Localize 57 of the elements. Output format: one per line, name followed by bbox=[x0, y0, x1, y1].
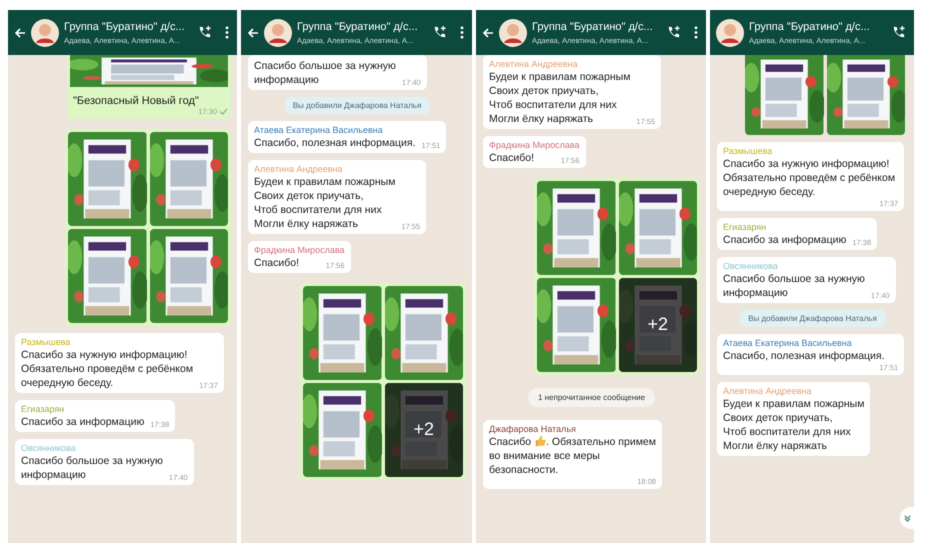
message-text: Спасибо! bbox=[489, 151, 534, 165]
message-text: Будеи к правилам пожарным Своих деток приучать, Чтоб воспитатели для них Могли ёлку наряжать bbox=[723, 397, 864, 453]
message-text: Будеи к правилам пожарным Своих деток приучать, Чтоб воспитатели для них Могли ёлку наряжать bbox=[489, 70, 630, 126]
sender-name: Егиазарян bbox=[21, 404, 66, 414]
more-photos-count: +2 bbox=[412, 419, 436, 440]
message-text: Спасибо за информацию bbox=[723, 233, 846, 247]
back-arrow-icon[interactable] bbox=[247, 26, 259, 38]
chat-title: Группа "Буратино" д/с... bbox=[749, 20, 871, 34]
group-avatar[interactable] bbox=[264, 18, 292, 46]
message-text: Спасибо! bbox=[254, 256, 299, 270]
sender-name: Алевтина Андреевна bbox=[723, 386, 812, 396]
sender-name: Размышева bbox=[21, 337, 72, 347]
system-notice: Вы добавили Джафарова Наталья bbox=[284, 97, 430, 114]
sender-name: Атаева Екатерина Васильевна bbox=[723, 338, 853, 348]
sender-name: Джафарова Наталья bbox=[489, 424, 577, 434]
sender-name: Фрадкина Мирослава bbox=[489, 140, 580, 150]
message-text: Спасибо большое за нужную информацию bbox=[723, 272, 865, 300]
sender-name: Алевтина Андреевна bbox=[254, 164, 344, 174]
menu-icon[interactable] bbox=[225, 26, 229, 39]
unread-divider: 1 непрочитанное сообщение bbox=[528, 388, 656, 407]
message-text: Спасибо bbox=[489, 435, 532, 449]
chat-title: Группа "Буратино" д/с... bbox=[64, 20, 186, 34]
message-text: Спасибо большое за нужную информацию bbox=[21, 454, 163, 482]
group-avatar[interactable] bbox=[716, 18, 744, 46]
sender-name: Размышева bbox=[723, 146, 774, 156]
message-text: Спасибо большое за нужную информацию bbox=[254, 59, 396, 87]
message-text: Спасибо за нужную информацию! Обязательно проведём с ребёнком очередную беседу. bbox=[723, 157, 896, 199]
more-photos-count: +2 bbox=[646, 314, 670, 335]
back-arrow-icon[interactable] bbox=[14, 26, 26, 38]
sender-name: Егиазарян bbox=[723, 222, 768, 232]
message-text: Спасибо, полезная информация. bbox=[723, 349, 885, 363]
add-call-icon[interactable] bbox=[432, 25, 447, 40]
sender-name: Овсянникова bbox=[723, 261, 779, 271]
double-chevron-icon bbox=[902, 514, 912, 522]
image-caption: "Безопасный Новый год" bbox=[72, 94, 200, 107]
message-text: . Обязательно примем bbox=[546, 435, 656, 449]
group-avatar[interactable] bbox=[31, 18, 59, 46]
sender-name: Атаева Екатерина Васильевна bbox=[254, 125, 384, 135]
sender-name: Алевтина Андреевна bbox=[489, 59, 578, 69]
message-text: Спасибо, полезная информация. bbox=[254, 136, 416, 150]
menu-icon[interactable] bbox=[694, 26, 698, 39]
message-text: Спасибо за информацию bbox=[21, 415, 144, 429]
sender-name: Овсянникова bbox=[21, 443, 77, 453]
check-icon bbox=[219, 108, 228, 115]
chat-title: Группа "Буратино" д/с... bbox=[297, 20, 419, 34]
menu-icon[interactable] bbox=[460, 26, 464, 39]
add-call-icon[interactable] bbox=[197, 25, 212, 40]
add-call-icon[interactable] bbox=[891, 25, 906, 40]
back-arrow-icon[interactable] bbox=[482, 26, 494, 38]
sender-name: Фрадкина Мирослава bbox=[254, 245, 345, 255]
chat-title: Группа "Буратино" д/с... bbox=[532, 20, 654, 34]
message-text: Будеи к правилам пожарным Своих деток приучать, Чтоб воспитатели для них Могли ёлку наряжать bbox=[254, 175, 396, 231]
add-call-icon[interactable] bbox=[666, 25, 681, 40]
group-avatar[interactable] bbox=[499, 18, 527, 46]
message-text: во внимание все меры безопасности. bbox=[489, 449, 600, 477]
message-text: Спасибо за нужную информацию! Обязательно проведём с ребёнком очередную беседу. bbox=[21, 348, 194, 390]
system-notice: Вы добавили Джафарова Наталья bbox=[740, 310, 885, 327]
